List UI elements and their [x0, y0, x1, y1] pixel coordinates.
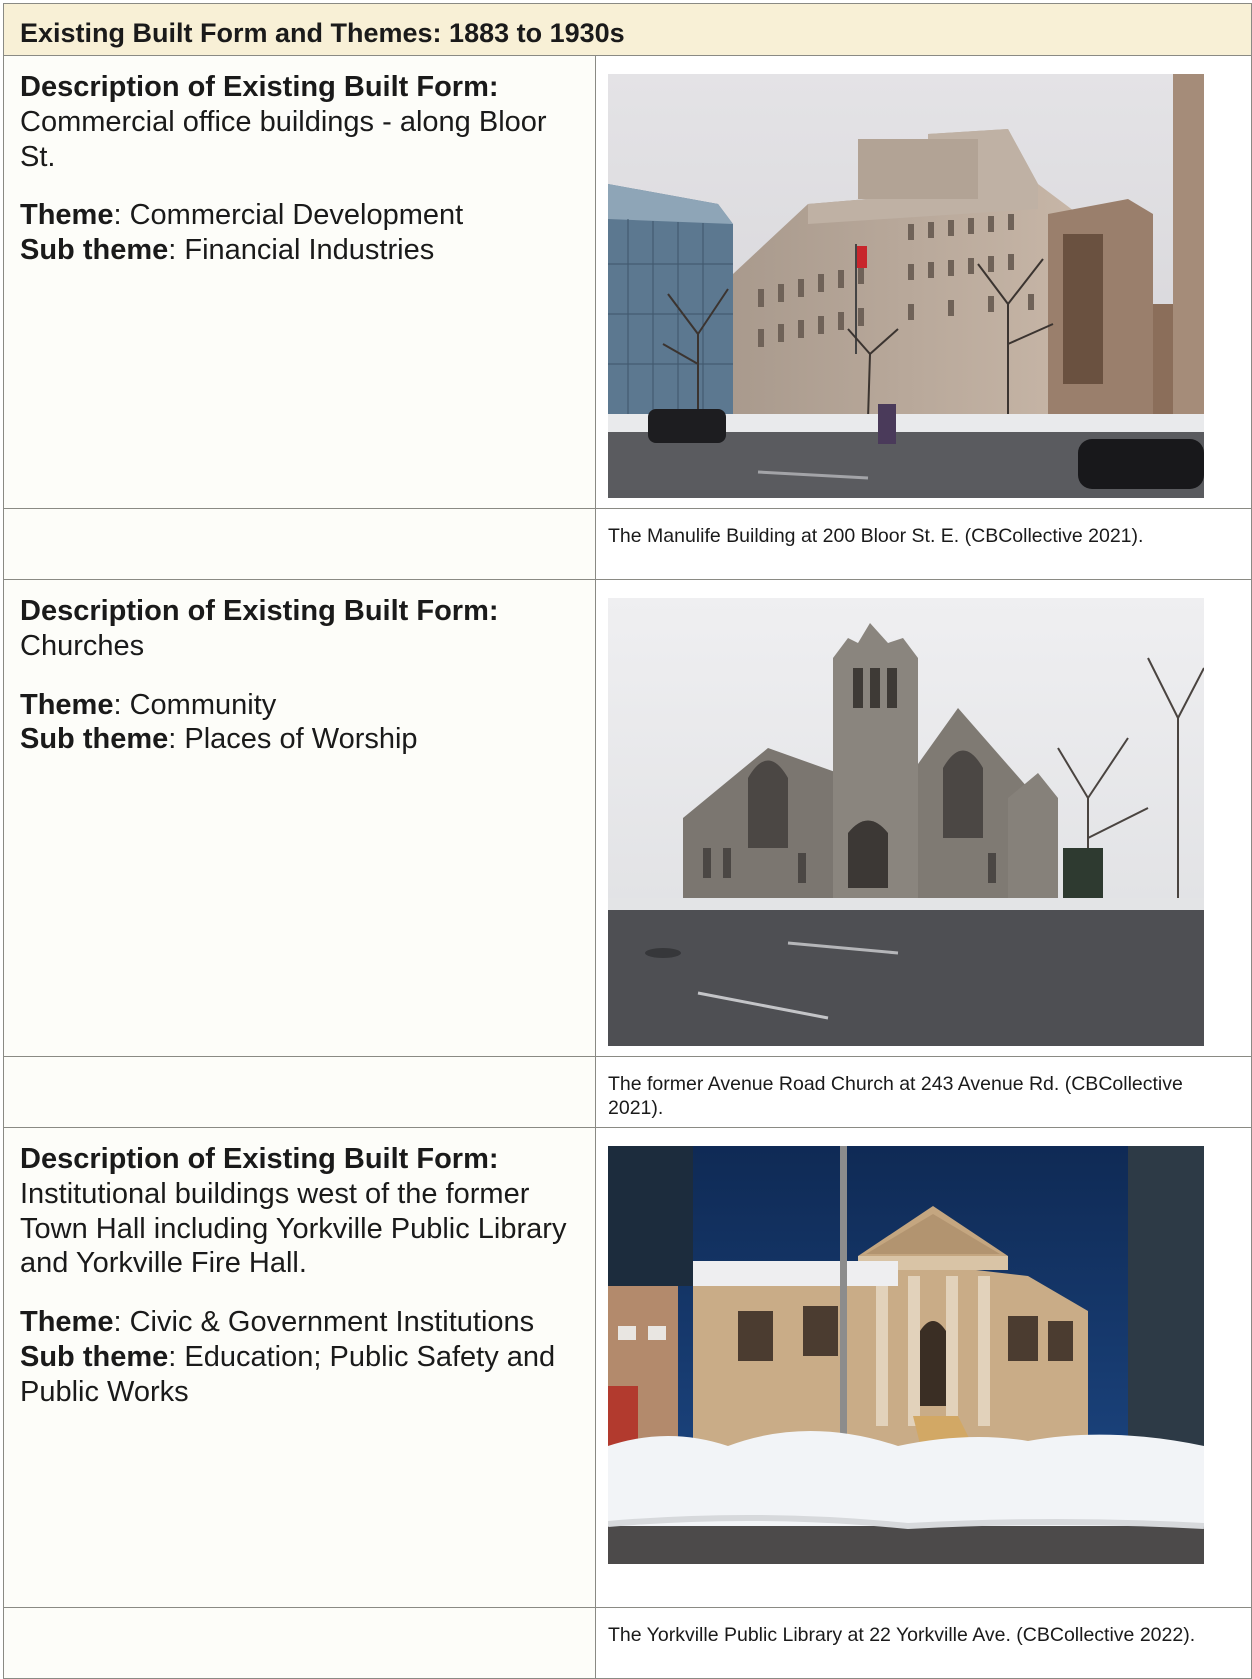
description-label: Description of Existing Built Form: — [20, 1143, 499, 1175]
row-3-caption-spacer — [3, 1607, 596, 1679]
description-text: Institutional buildings west of the form… — [20, 1177, 567, 1280]
row-2-text-cell: Description of Existing Built Form: Chur… — [3, 579, 596, 1057]
sub-theme-text: Financial Industries — [184, 234, 435, 267]
table-header: Existing Built Form and Themes: 1883 to … — [3, 3, 1252, 56]
row-1-caption-spacer — [3, 508, 596, 580]
theme-text: Community — [129, 688, 277, 721]
description-label: Description of Existing Built Form: — [20, 71, 499, 103]
sub-theme-text: Places of Worship — [184, 723, 418, 756]
description-text: Churches — [20, 629, 145, 662]
theme-text: Civic & Government Institutions — [129, 1306, 535, 1339]
row-1-description: Description of Existing Built Form: Comm… — [20, 70, 585, 174]
colon: : — [113, 688, 130, 721]
row-2-description: Description of Existing Built Form: Chur… — [20, 594, 585, 664]
row-2-image-cell — [595, 579, 1252, 1057]
office-building-photo — [608, 74, 1204, 498]
row-2-caption: The former Avenue Road Church at 243 Ave… — [595, 1056, 1252, 1128]
sub-theme-label: Sub theme — [20, 234, 169, 267]
colon: : — [168, 234, 185, 267]
theme-label: Theme — [20, 688, 114, 721]
colon: : — [113, 199, 130, 232]
theme-label: Theme — [20, 199, 114, 232]
sub-theme-label: Sub theme — [20, 723, 169, 756]
document-page: Existing Built Form and Themes: 1883 to … — [0, 0, 1252, 1679]
row-3-themes: Theme: Civic & Government Institutions S… — [20, 1305, 585, 1409]
theme-label: Theme — [20, 1306, 114, 1339]
colon: : — [168, 723, 185, 756]
row-3-image-cell — [595, 1127, 1252, 1608]
sub-theme-label: Sub theme — [20, 1340, 169, 1373]
colon: : — [113, 1306, 130, 1339]
row-3-caption: The Yorkville Public Library at 22 Yorkv… — [595, 1607, 1252, 1679]
description-label: Description of Existing Built Form: — [20, 595, 499, 627]
built-form-table: Existing Built Form and Themes: 1883 to … — [3, 3, 1252, 1679]
row-1-caption: The Manulife Building at 200 Bloor St. E… — [595, 508, 1252, 580]
colon: : — [168, 1340, 185, 1373]
church-photo — [608, 598, 1204, 1046]
row-1-image-cell — [595, 55, 1252, 509]
row-2-caption-spacer — [3, 1056, 596, 1128]
row-3-text-cell: Description of Existing Built Form: Inst… — [3, 1127, 596, 1608]
row-2-themes: Theme: Community Sub theme: Places of Wo… — [20, 688, 585, 758]
row-3-description: Description of Existing Built Form: Inst… — [20, 1142, 585, 1281]
table-title: Existing Built Form and Themes: 1883 to … — [20, 18, 625, 48]
description-text: Commercial office buildings - along Bloo… — [20, 105, 547, 173]
row-1-text-cell: Description of Existing Built Form: Comm… — [3, 55, 596, 509]
row-1-themes: Theme: Commercial Development Sub theme:… — [20, 198, 585, 268]
library-photo — [608, 1146, 1204, 1564]
theme-text: Commercial Development — [129, 199, 464, 232]
